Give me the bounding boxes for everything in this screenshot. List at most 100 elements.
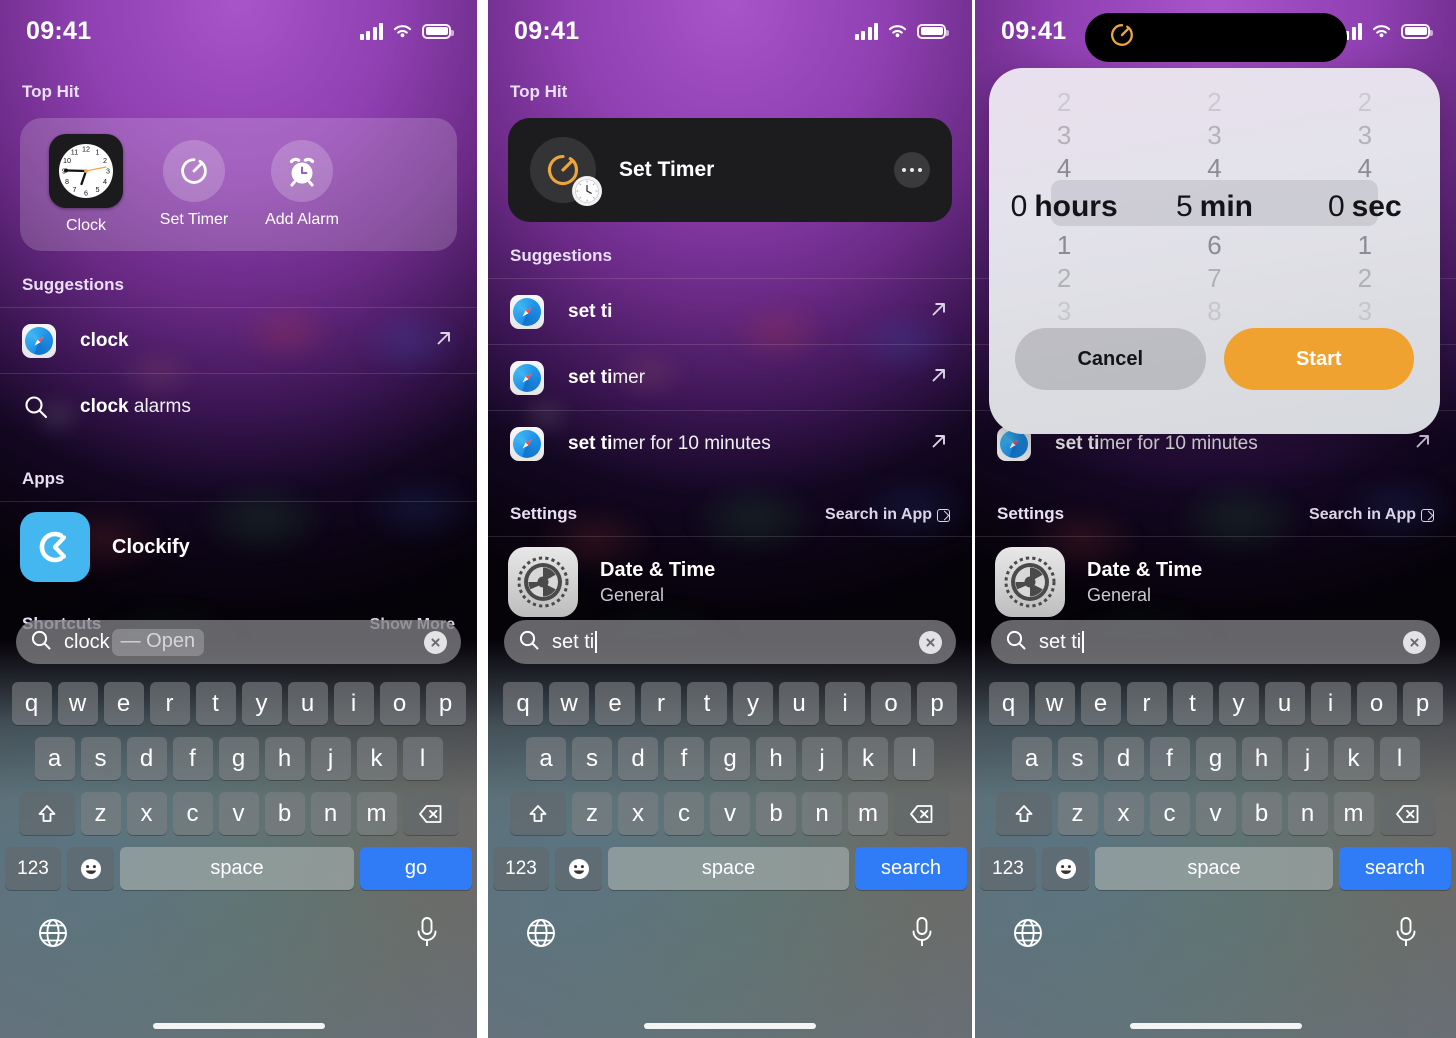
arrow-up-right-icon[interactable] <box>928 430 950 457</box>
emoji-icon[interactable] <box>555 847 602 890</box>
key-l[interactable]: l <box>402 737 443 780</box>
top-hit-item-set-timer[interactable]: Set Timer <box>140 140 248 229</box>
suggestion-row-clock[interactable]: clock <box>0 307 477 373</box>
more-ellipsis-icon[interactable] <box>894 152 930 188</box>
top-hit-item-clock[interactable]: 12 1 23 45 67 89 10 11 Clock <box>32 134 140 235</box>
key-m[interactable]: m <box>356 792 397 835</box>
key-b[interactable]: b <box>264 792 305 835</box>
key-g[interactable]: g <box>710 737 750 780</box>
key-h[interactable]: h <box>264 737 305 780</box>
key-j[interactable]: j <box>310 737 351 780</box>
key-t[interactable]: t <box>687 682 727 725</box>
settings-row-date-time[interactable]: Date & Time General <box>488 537 972 627</box>
key-w[interactable]: w <box>57 682 98 725</box>
key-j[interactable]: j <box>802 737 842 780</box>
key-i[interactable]: i <box>825 682 865 725</box>
key-q[interactable]: q <box>503 682 543 725</box>
key-m[interactable]: m <box>848 792 888 835</box>
suggestion-row-set-timer[interactable]: set timer <box>488 344 972 410</box>
search-in-app-button[interactable]: Search in App <box>825 506 950 524</box>
key-p[interactable]: p <box>425 682 466 725</box>
top-hit-item-add-alarm[interactable]: Add Alarm <box>248 140 356 229</box>
go-key[interactable]: go <box>360 847 472 890</box>
cancel-button[interactable]: Cancel <box>1015 328 1206 390</box>
key-i[interactable]: i <box>333 682 374 725</box>
key-k[interactable]: k <box>356 737 397 780</box>
clear-x-icon[interactable] <box>424 630 447 654</box>
microphone-icon[interactable] <box>909 916 935 955</box>
key-u[interactable]: u <box>287 682 328 725</box>
microphone-icon[interactable] <box>414 916 440 955</box>
key-f[interactable]: f <box>172 737 213 780</box>
key-z[interactable]: z <box>572 792 612 835</box>
start-button[interactable]: Start <box>1223 328 1414 390</box>
space-key[interactable]: space <box>120 847 354 890</box>
key-l[interactable]: l <box>894 737 934 780</box>
key-e[interactable]: e <box>103 682 144 725</box>
picker-column-hours[interactable]: 2 3 4 0 hours 1 2 3 <box>989 86 1139 328</box>
key-b[interactable]: b <box>756 792 796 835</box>
suggestion-row-set-ti[interactable]: set ti <box>488 278 972 344</box>
key-w[interactable]: w <box>549 682 589 725</box>
svg-text:3: 3 <box>106 167 110 176</box>
globe-icon[interactable] <box>37 917 69 954</box>
key-n[interactable]: n <box>310 792 351 835</box>
key-u[interactable]: u <box>779 682 819 725</box>
emoji-icon[interactable] <box>67 847 114 890</box>
backspace-icon[interactable] <box>894 792 950 835</box>
key-o[interactable]: o <box>379 682 420 725</box>
top-hit-card-set-timer[interactable]: Set Timer <box>508 118 952 222</box>
key-v[interactable]: v <box>710 792 750 835</box>
duration-picker[interactable]: 2 3 4 0 hours 1 2 3 2 3 4 5 min 6 7 8 2 … <box>989 68 1440 328</box>
search-input[interactable]: clock — Open <box>16 620 461 664</box>
key-d[interactable]: d <box>618 737 658 780</box>
key-r[interactable]: r <box>149 682 190 725</box>
key-x[interactable]: x <box>618 792 658 835</box>
space-key[interactable]: space <box>608 847 849 890</box>
key-g[interactable]: g <box>218 737 259 780</box>
keyboard-bottom-bar <box>491 902 969 955</box>
key-f[interactable]: f <box>664 737 704 780</box>
suggestion-row-clock-alarms[interactable]: clock alarms <box>0 373 477 439</box>
clear-x-icon[interactable] <box>919 630 942 654</box>
top-hit-header-label: Top Hit <box>22 82 80 101</box>
key-n[interactable]: n <box>802 792 842 835</box>
key-v[interactable]: v <box>218 792 259 835</box>
key-o[interactable]: o <box>871 682 911 725</box>
set-timer-dialog: 2 3 4 0 hours 1 2 3 2 3 4 5 min 6 7 8 2 … <box>989 68 1440 434</box>
key-p[interactable]: p <box>917 682 957 725</box>
key-c[interactable]: c <box>172 792 213 835</box>
search-key[interactable]: search <box>855 847 967 890</box>
shift-icon[interactable] <box>510 792 566 835</box>
app-row-clockify[interactable]: Clockify <box>0 502 477 592</box>
key-s[interactable]: s <box>572 737 612 780</box>
key-e[interactable]: e <box>595 682 635 725</box>
key-y[interactable]: y <box>241 682 282 725</box>
key-a[interactable]: a <box>526 737 566 780</box>
numbers-key[interactable]: 123 <box>493 847 549 890</box>
key-k[interactable]: k <box>848 737 888 780</box>
key-a[interactable]: a <box>34 737 75 780</box>
key-z[interactable]: z <box>80 792 121 835</box>
picker-cell: 1 <box>1357 230 1373 261</box>
arrow-up-right-icon[interactable] <box>928 364 950 391</box>
key-y[interactable]: y <box>733 682 773 725</box>
globe-icon[interactable] <box>525 917 557 954</box>
numbers-key[interactable]: 123 <box>5 847 61 890</box>
key-x[interactable]: x <box>126 792 167 835</box>
key-r[interactable]: r <box>641 682 681 725</box>
key-q[interactable]: q <box>11 682 52 725</box>
key-s[interactable]: s <box>80 737 121 780</box>
key-d[interactable]: d <box>126 737 167 780</box>
picker-column-seconds[interactable]: 2 3 4 0 sec 1 2 3 <box>1290 86 1440 328</box>
suggestion-row-set-timer-10-minutes[interactable]: set timer for 10 minutes <box>488 410 972 476</box>
search-input[interactable]: set ti <box>504 620 956 664</box>
key-t[interactable]: t <box>195 682 236 725</box>
shift-icon[interactable] <box>18 792 75 835</box>
picker-column-minutes[interactable]: 2 3 4 5 min 6 7 8 <box>1139 86 1289 328</box>
key-h[interactable]: h <box>756 737 796 780</box>
backspace-icon[interactable] <box>402 792 459 835</box>
arrow-up-right-icon[interactable] <box>433 327 455 354</box>
key-c[interactable]: c <box>664 792 704 835</box>
arrow-up-right-icon[interactable] <box>928 298 950 325</box>
